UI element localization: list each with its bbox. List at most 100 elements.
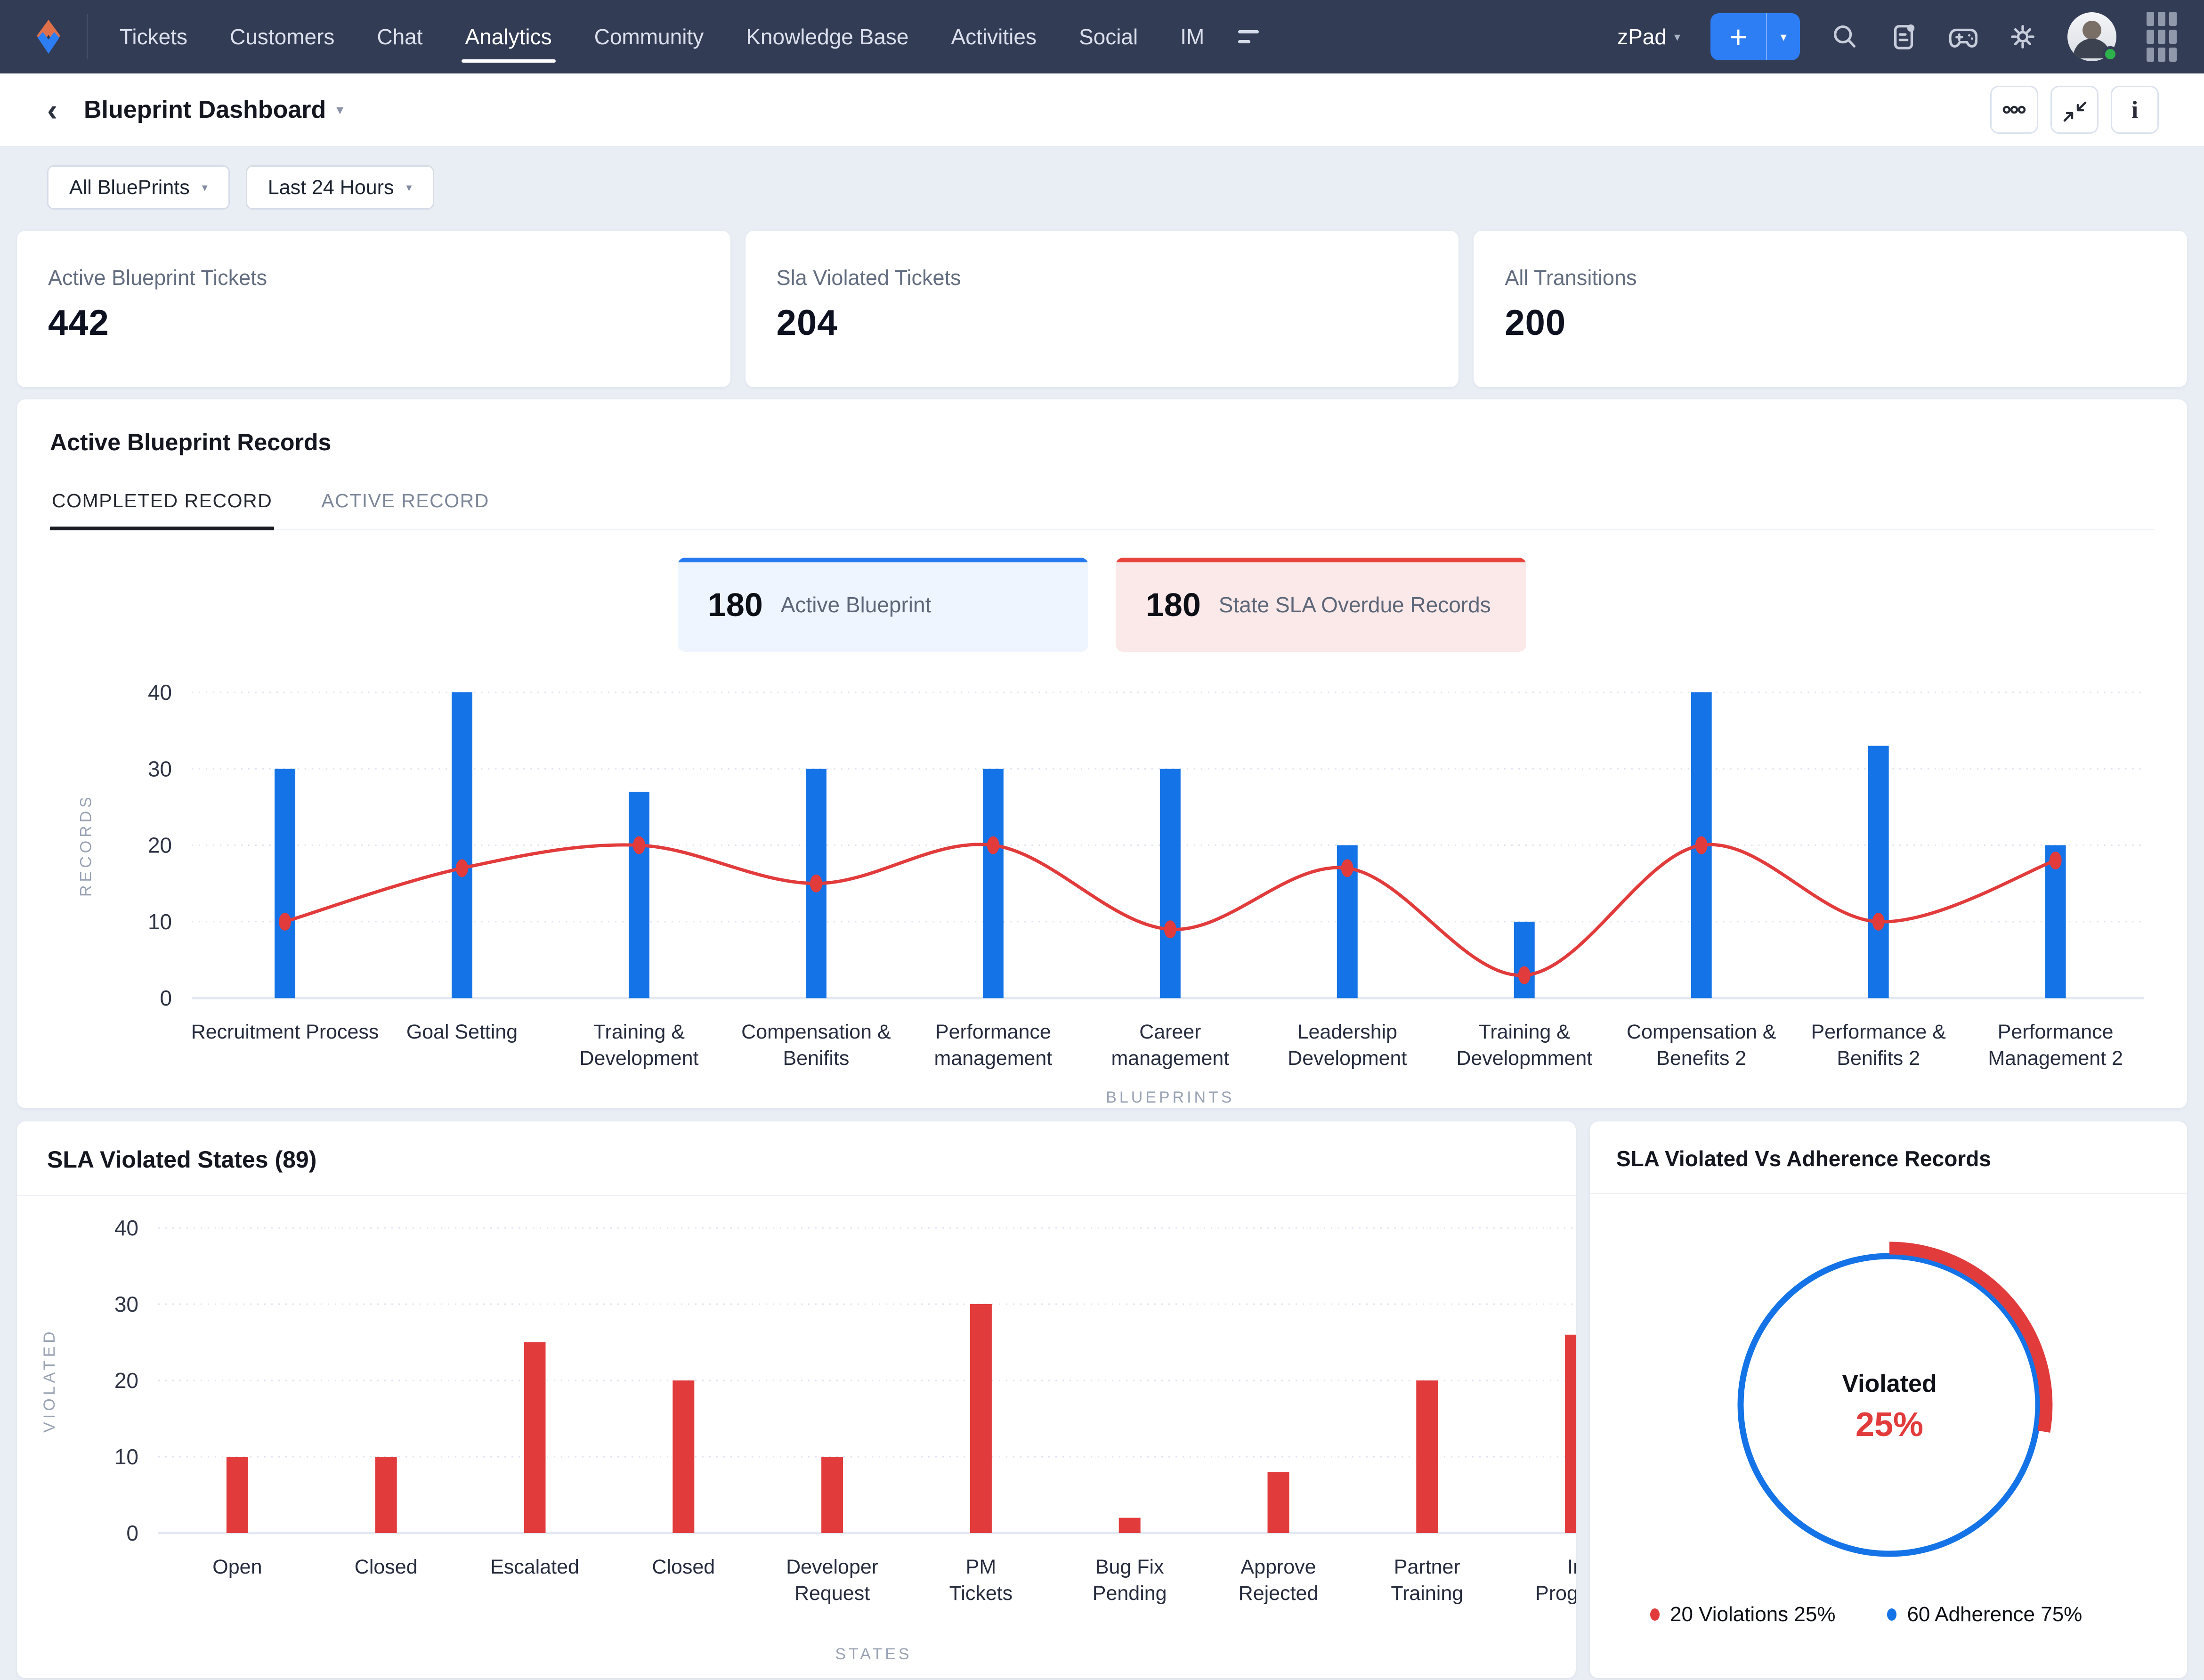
overdue-point[interactable] [1695,836,1708,854]
nav-item-analytics[interactable]: Analytics [461,8,556,65]
y-axis-label: RECORDS [77,794,95,897]
nav-item-activities[interactable]: Activities [950,8,1037,65]
overdue-point[interactable] [456,859,468,877]
nav-item-social[interactable]: Social [1078,8,1139,65]
adherence-ring[interactable] [1737,1253,2042,1557]
games-icon[interactable] [1949,22,1978,51]
online-status-dot [2102,46,2118,62]
record-bar[interactable] [275,769,296,998]
info-button[interactable]: i [2111,86,2159,134]
violated-bar[interactable] [673,1380,695,1533]
violated-bar[interactable] [375,1457,397,1533]
y-tick-label: 20 [114,1368,138,1393]
tab-completed-record[interactable]: COMPLETED RECORD [50,485,275,530]
legend-label: 60 Adherence 75% [1907,1603,2082,1626]
x-category-label: Compensation & Benifits [741,1021,891,1070]
violated-bar[interactable] [524,1342,546,1533]
blueprint-records-chart: 0 10 20 30 40 RECORDS Recruitment Process Goal … [50,674,2154,1111]
overdue-point[interactable] [279,912,292,931]
page-header: ‹ Blueprint Dashboard ▾ i [0,73,2204,147]
y-tick-label: 0 [126,1521,138,1545]
records-summary-chips: 180 Active Blueprint 180 State SLA Overd… [50,558,2154,652]
x-category-label: Compensation & Benefits 2 [1627,1021,1776,1070]
violated-bar[interactable] [1416,1380,1438,1533]
overdue-point[interactable] [1164,920,1176,939]
x-category-label: InProgress [1535,1556,1576,1605]
overdue-point[interactable] [632,836,645,854]
x-category-label: Approve Rejected [1239,1556,1319,1605]
record-bar[interactable] [628,791,649,998]
donut-center-label: Violated [1842,1370,1937,1397]
page-title: Blueprint Dashboard [83,96,326,123]
plus-icon[interactable]: + [1710,13,1767,60]
violated-bar[interactable] [1565,1334,1576,1533]
overdue-point[interactable] [1341,859,1353,877]
app-logo-icon[interactable] [27,14,70,59]
nav-item-chat[interactable]: Chat [376,8,423,65]
active-blueprint-chip[interactable]: 180 Active Blueprint [678,558,1088,652]
sla-violated-states-card: SLA Violated States (89) 0 10 20 30 40 VIOLAT… [17,1121,1576,1678]
stat-value: 442 [48,303,109,343]
legend-item[interactable]: 60 Adherence 75% [1887,1603,2082,1626]
state-sla-overdue-chip[interactable]: 180 State SLA Overdue Records [1116,558,1526,652]
donut-title: SLA Violated Vs Adherence Records [1616,1146,1991,1171]
donut-legend: 20 Violations 25% 60 Adherence 75% [1590,1603,2187,1626]
record-bar[interactable] [1159,769,1181,998]
violated-bar[interactable] [970,1304,992,1533]
sla-violated-vs-adherence-card: SLA Violated Vs Adherence Records Violat… [1590,1121,2187,1678]
records-tabs: COMPLETED RECORD ACTIVE RECORD [50,485,2154,530]
violated-bar[interactable] [1267,1472,1289,1533]
search-icon[interactable] [1830,22,1859,51]
nav-item-customers[interactable]: Customers [229,8,335,65]
y-tick-label: 10 [148,909,172,934]
record-bar[interactable] [1868,746,1889,998]
stat-card-all-transitions[interactable]: All Transitions 200 [1474,231,2188,387]
x-category-label: Leadership Development [1288,1021,1407,1070]
add-dropdown-icon[interactable]: ▾ [1767,13,1800,60]
chevron-down-icon: ▾ [1674,29,1680,44]
stat-card-active-blueprint-tickets[interactable]: Active Blueprint Tickets 442 [17,231,730,387]
violated-bar[interactable] [821,1457,843,1533]
nav-item-im[interactable]: IM [1179,8,1205,65]
chevron-down-icon: ▾ [202,181,208,194]
nav-item-community[interactable]: Community [593,8,705,65]
blueprint-filter[interactable]: All BluePrints ▾ [47,165,230,210]
time-range-filter[interactable]: Last 24 Hours ▾ [245,165,434,210]
overdue-point[interactable] [810,874,822,893]
violated-bar[interactable] [226,1457,248,1533]
records-card-title: Active Blueprint Records [50,429,332,455]
chevron-down-icon: ▾ [406,181,412,194]
x-category-label: Training & Developmment [1456,1021,1592,1070]
record-bar[interactable] [1514,921,1535,998]
y-tick-label: 30 [148,756,172,781]
portal-select[interactable]: zPad ▾ [1617,24,1680,49]
x-category-label: Performance management [934,1021,1053,1070]
legend-item[interactable]: 20 Violations 25% [1650,1603,1835,1626]
more-actions-button[interactable] [1990,86,2038,134]
collapse-button[interactable] [2050,86,2099,134]
overdue-point[interactable] [1518,966,1531,984]
nav-item-tickets[interactable]: Tickets [119,8,188,65]
active-blueprint-records-card: Active Blueprint Records COMPLETED RECOR… [17,399,2187,1108]
back-button[interactable]: ‹ [47,94,57,125]
record-bar[interactable] [982,769,1004,998]
user-avatar[interactable] [2067,12,2118,62]
feedback-icon[interactable] [1889,22,1919,51]
record-bar[interactable] [452,692,472,998]
settings-gear-icon[interactable] [2008,22,2037,51]
overdue-point[interactable] [2049,852,2062,870]
overdue-point[interactable] [1872,912,1885,931]
x-category-label: Goal Setting [406,1021,518,1043]
nav-overflow-icon[interactable] [1238,30,1259,43]
title-chevron-down-icon[interactable]: ▾ [336,102,343,118]
app-grid-icon[interactable] [2147,12,2177,62]
overdue-point[interactable] [987,836,999,854]
legend-label: 20 Violations 25% [1670,1603,1836,1626]
add-button[interactable]: + ▾ [1710,13,1800,60]
tab-active-record[interactable]: ACTIVE RECORD [319,485,491,529]
nav-item-knowledge-base[interactable]: Knowledge Base [745,8,909,65]
filter-bar: All BluePrints ▾ Last 24 Hours ▾ [0,147,2204,228]
stat-card-sla-violated-tickets[interactable]: Sla Violated Tickets 204 [745,231,1459,387]
violated-bar[interactable] [1118,1518,1141,1533]
x-category-label: Bug Fix Pending [1093,1556,1167,1605]
